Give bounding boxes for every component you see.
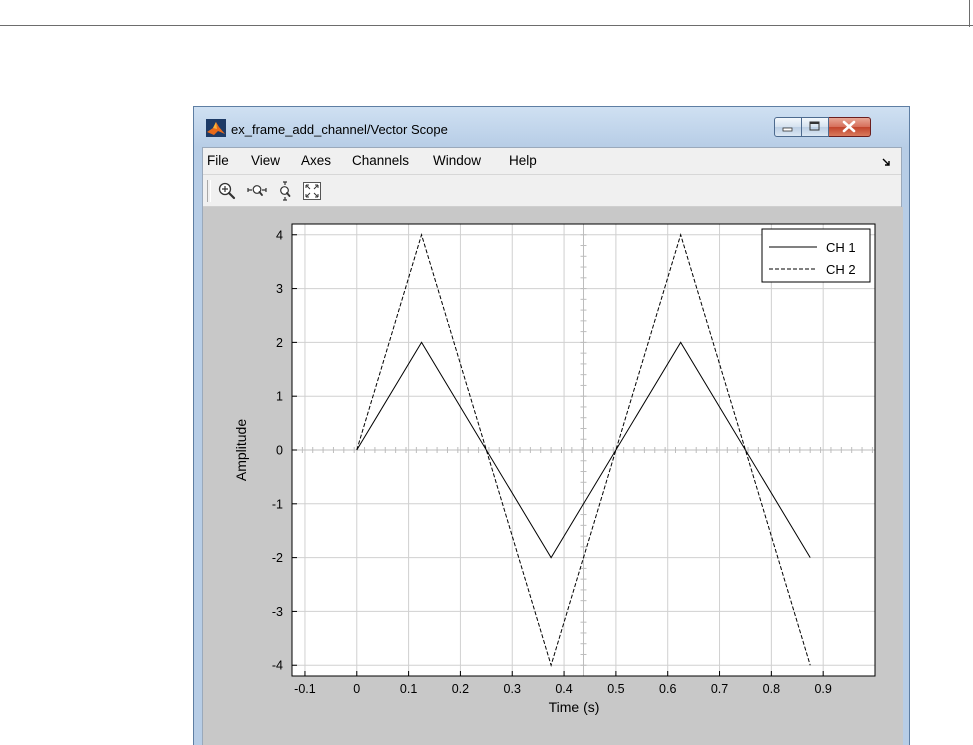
legend-ch1-label: CH 1 [826,240,856,255]
x-tick-label: 0.2 [452,682,469,696]
dock-arrow-icon[interactable] [882,158,891,167]
x-tick-label: 0.1 [400,682,417,696]
zoom-x-button[interactable] [245,179,269,203]
minimize-button[interactable] [774,117,802,137]
x-tick-label: 0.7 [711,682,728,696]
y-tick-label: -3 [272,605,283,619]
page-header-rule-tick [969,0,970,27]
x-tick-label: 0.8 [763,682,780,696]
title-bar[interactable]: ex_frame_add_channel/Vector Scope [194,107,909,147]
close-button[interactable] [829,117,871,137]
menu-help[interactable]: Help [509,153,537,168]
y-tick-label: 4 [276,228,283,242]
x-tick-label: 0.9 [814,682,831,696]
zoom-in-button[interactable] [215,179,239,203]
minimize-icon [782,127,793,132]
scope-plot[interactable]: -0.1 0 0.1 0.2 0.3 0.4 0.5 0.6 0.7 0.8 0.9 4 3 2 1 0 -1… [203,207,903,745]
menu-channels[interactable]: Channels [352,153,409,168]
autoscale-button[interactable] [300,179,324,203]
y-tick-label: 1 [276,390,283,404]
menu-window[interactable]: Window [433,153,481,168]
x-tick-label: 0.3 [504,682,521,696]
menu-bar: File View Axes Channels Window Help [203,148,901,175]
y-axis-label: Amplitude [233,419,249,481]
zoom-y-icon [280,181,291,201]
x-axis-label: Time (s) [549,699,600,715]
y-tick-label: -4 [272,659,283,673]
zoom-y-button[interactable] [273,179,297,203]
menu-file[interactable]: File [207,153,229,168]
y-tick-labels: 4 3 2 1 0 -1 -2 -3 -4 [272,228,283,672]
toolbar [203,175,901,207]
x-tick-label: 0.6 [659,682,676,696]
y-tick-label: 2 [276,336,283,350]
y-tick-label: -2 [272,551,283,565]
x-tick-labels: -0.1 0 0.1 0.2 0.3 0.4 0.5 0.6 0.7 0.8 0.9 [294,682,832,696]
y-tick-label: 3 [276,282,283,296]
y-tick-label: -1 [272,497,283,511]
close-icon [842,120,856,133]
zoom-in-icon [218,182,236,200]
matlab-logo-icon [206,119,226,137]
autoscale-icon [303,182,321,200]
plot-area: -0.1 0 0.1 0.2 0.3 0.4 0.5 0.6 0.7 0.8 0.9 4 3 2 1 0 -1… [203,207,903,745]
y-tick-label: 0 [276,444,283,458]
vector-scope-window: ex_frame_add_channel/Vector Scope File V… [193,106,910,745]
window-client-area: File View Axes Channels Window Help -0.1… [202,147,903,745]
page-header-rule [0,0,973,26]
legend[interactable]: CH 1 CH 2 [761,228,871,283]
window-title: ex_frame_add_channel/Vector Scope [231,122,448,137]
x-tick-label: 0.5 [607,682,624,696]
maximize-button[interactable] [802,117,829,137]
toolbar-grip[interactable] [207,180,211,202]
x-tick-label: 0 [353,682,360,696]
legend-ch2-label: CH 2 [826,262,856,277]
zoom-x-icon [247,185,267,196]
menu-axes[interactable]: Axes [301,153,331,168]
x-tick-label: -0.1 [294,682,316,696]
maximize-icon [809,121,820,131]
x-tick-label: 0.4 [555,682,572,696]
menu-view[interactable]: View [251,153,280,168]
